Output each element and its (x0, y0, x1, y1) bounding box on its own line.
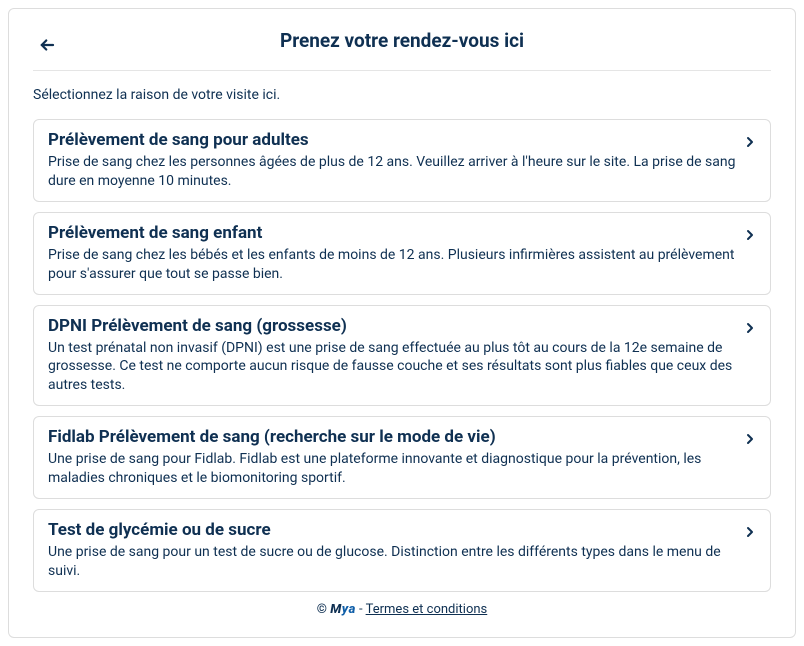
options-list: Prélèvement de sang pour adultes Prise de… (33, 119, 771, 592)
option-desc: Un test prénatal non invasif (DPNI) est … (48, 339, 756, 396)
header: Prenez votre rendez-vous ici (33, 29, 771, 71)
option-card[interactable]: Test de glycémie ou de sucre Une prise de… (33, 509, 771, 592)
option-desc: Prise de sang chez les personnes âgées d… (48, 153, 756, 191)
option-title: Test de glycémie ou de sucre (48, 520, 756, 540)
option-title: Fidlab Prélèvement de sang (recherche su… (48, 427, 756, 447)
chevron-right-icon (742, 431, 758, 451)
option-desc: Prise de sang chez les bébés et les enfa… (48, 246, 756, 284)
option-card[interactable]: DPNI Prélèvement de sang (grossesse) Un t… (33, 305, 771, 407)
page-title: Prenez votre rendez-vous ici (33, 29, 771, 52)
option-desc: Une prise de sang pour Fidlab. Fidlab es… (48, 450, 756, 488)
copyright-symbol: © (317, 602, 327, 617)
option-title: DPNI Prélèvement de sang (grossesse) (48, 316, 756, 336)
option-card[interactable]: Prélèvement de sang pour adultes Prise de… (33, 119, 771, 202)
chevron-right-icon (742, 227, 758, 247)
option-card[interactable]: Fidlab Prélèvement de sang (recherche su… (33, 416, 771, 499)
brand-logo: Mya (330, 602, 356, 617)
terms-link[interactable]: Termes et conditions (366, 602, 488, 617)
chevron-right-icon (742, 134, 758, 154)
arrow-left-icon (38, 36, 56, 54)
option-title: Prélèvement de sang enfant (48, 223, 756, 243)
chevron-right-icon (742, 320, 758, 340)
option-card[interactable]: Prélèvement de sang enfant Prise de sang … (33, 212, 771, 295)
footer: © Mya - Termes et conditions (33, 602, 771, 617)
instruction-text: Sélectionnez la raison de votre visite i… (33, 87, 771, 103)
option-title: Prélèvement de sang pour adultes (48, 130, 756, 150)
back-button[interactable] (33, 31, 61, 59)
chevron-right-icon (742, 524, 758, 544)
booking-panel: Prenez votre rendez-vous ici Sélectionne… (8, 8, 796, 638)
footer-dash: - (356, 602, 366, 617)
option-desc: Une prise de sang pour un test de sucre … (48, 543, 756, 581)
